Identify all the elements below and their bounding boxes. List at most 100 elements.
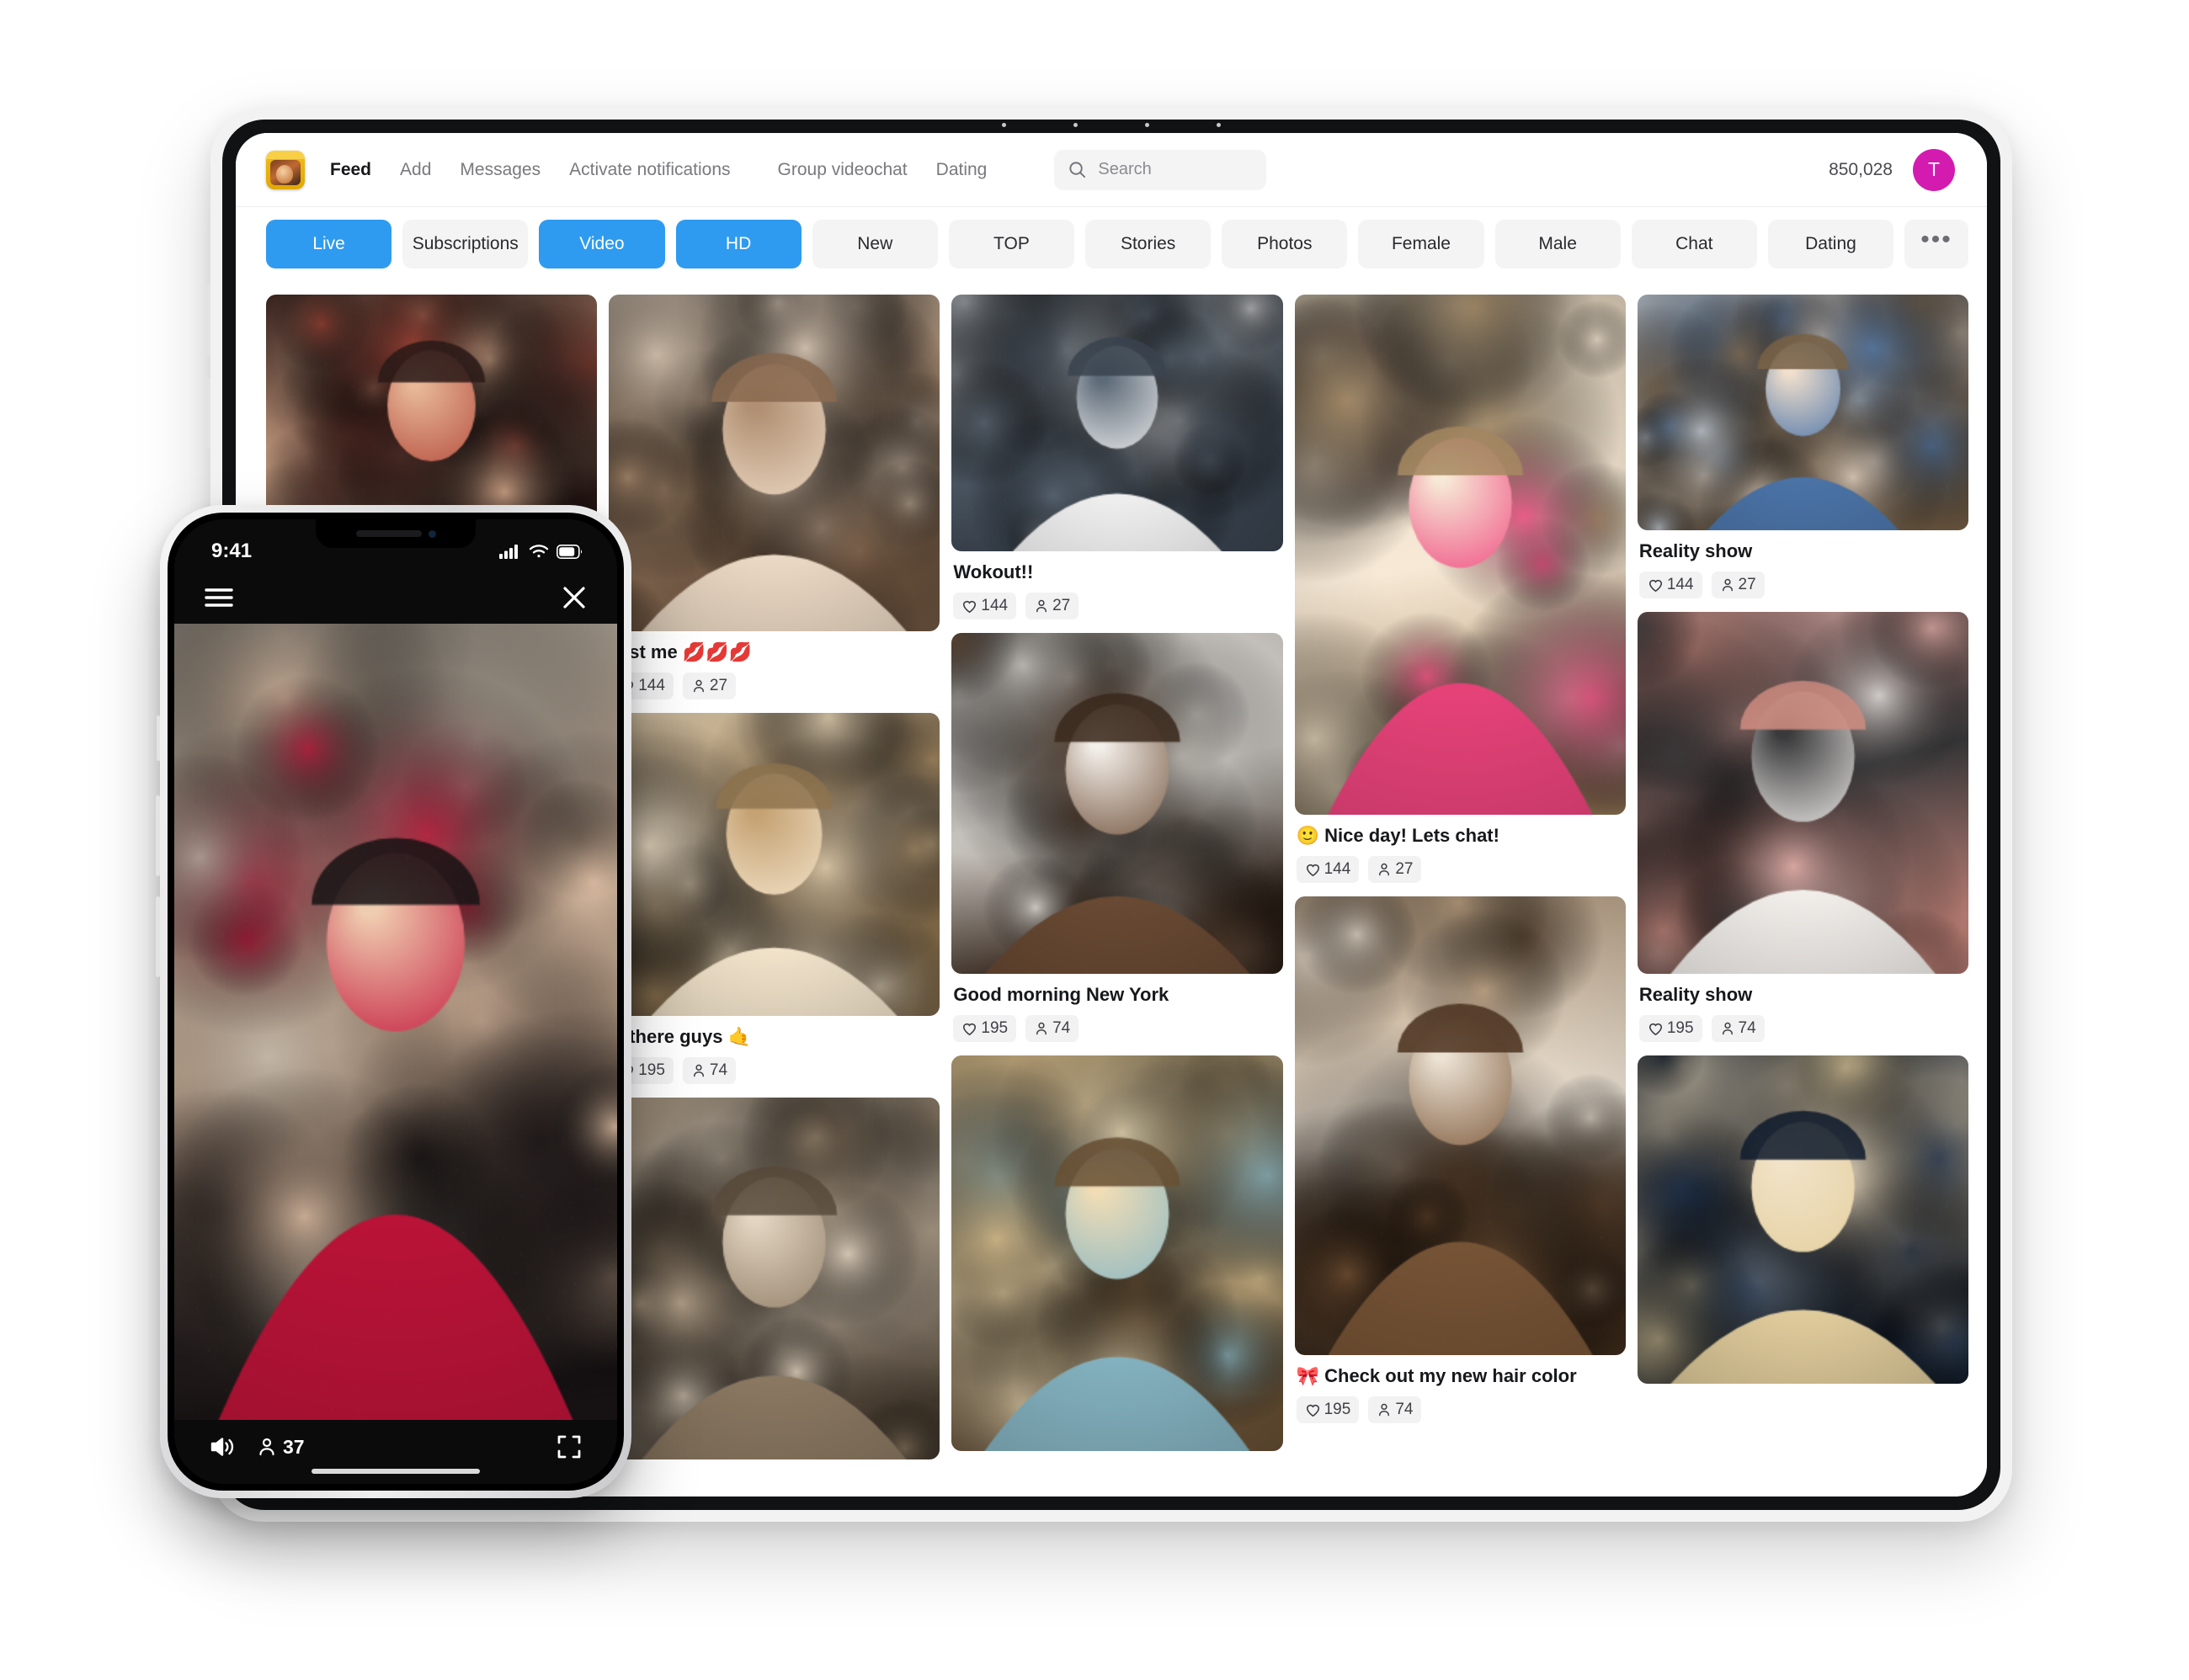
feed-card[interactable]: Reality show 144 27 <box>1637 295 1969 598</box>
feed-card-stats: 144 27 <box>953 593 1282 619</box>
filter-chip-hd[interactable]: HD <box>675 220 802 268</box>
phone-bezel: 9:41 37 <box>168 513 624 1491</box>
nav-link-group-videochat[interactable]: Group videochat <box>778 160 908 180</box>
filter-chip-subscriptions[interactable]: Subscriptions <box>402 220 529 268</box>
filter-chip-new[interactable]: New <box>812 220 938 268</box>
viewers-count: 27 <box>1052 597 1071 614</box>
filter-more-options-icon[interactable]: ••• <box>1904 220 1969 268</box>
hamburger-menu-icon[interactable] <box>205 587 233 609</box>
feed-card[interactable] <box>1637 1055 1969 1384</box>
cellular-signal-icon <box>499 545 518 559</box>
viewers-count: 74 <box>1395 1401 1414 1418</box>
viewers-stat: 74 <box>1025 1015 1079 1042</box>
close-icon[interactable] <box>562 585 587 610</box>
heart-icon <box>963 1023 977 1035</box>
feed-column-5: Reality show 144 27 Reality show 195 74 <box>1637 295 1969 1384</box>
viewers-stat: 74 <box>1368 1396 1422 1423</box>
feed-card[interactable]: Good morning New York 195 74 <box>951 633 1283 1042</box>
filter-chip-chat[interactable]: Chat <box>1631 220 1757 268</box>
feed-card-thumbnail[interactable] <box>1294 896 1626 1355</box>
feed-card-stats: 195 74 <box>1638 1015 1968 1042</box>
feed-card-image <box>1294 896 1626 1355</box>
feed-card-thumbnail[interactable] <box>1637 1055 1969 1384</box>
top-navigation-bar: Feed Add Messages Activate notifications… <box>236 133 1987 207</box>
feed-card-thumbnail[interactable] <box>1637 612 1969 974</box>
filter-chip-male[interactable]: Male <box>1494 220 1621 268</box>
feed-card[interactable]: 🎀 Check out my new hair color 195 74 <box>1294 896 1626 1423</box>
total-view-count: 850,028 <box>1829 159 1893 179</box>
nav-link-feed[interactable]: Feed <box>330 160 371 180</box>
tablet-volume-up-button[interactable] <box>206 284 210 357</box>
person-icon <box>1722 578 1733 592</box>
likes-stat: 144 <box>1296 856 1360 883</box>
likes-count: 144 <box>981 597 1009 614</box>
filter-chip-female[interactable]: Female <box>1358 220 1484 268</box>
feed-card-thumbnail[interactable] <box>951 295 1283 551</box>
feed-card-thumbnail[interactable] <box>609 295 940 631</box>
feed-card[interactable]: Wokout!! 144 27 <box>951 295 1283 619</box>
filter-chip-top[interactable]: TOP <box>948 220 1075 268</box>
live-stream-video[interactable] <box>174 624 617 1420</box>
phone-overlay-bottombar: 37 <box>174 1420 617 1484</box>
likes-count: 195 <box>1324 1401 1351 1418</box>
person-icon <box>1036 1022 1047 1035</box>
status-clock: 9:41 <box>211 540 253 562</box>
phone-volume-down-button[interactable] <box>156 896 160 977</box>
feed-card-stats: 195 74 <box>1296 1396 1626 1423</box>
phone-volume-up-button[interactable] <box>156 795 160 876</box>
speaker-volume-icon[interactable] <box>210 1436 235 1458</box>
filter-chip-video[interactable]: Video <box>539 220 665 268</box>
feed-card-image <box>1294 295 1626 815</box>
feed-card[interactable]: Reality show 195 74 <box>1637 612 1969 1042</box>
search-input[interactable] <box>1096 159 1244 180</box>
feed-card-thumbnail[interactable] <box>951 1055 1283 1451</box>
viewers-stat: 27 <box>682 673 737 699</box>
feed-card[interactable] <box>951 1055 1283 1451</box>
tv-app-logo-icon[interactable] <box>266 150 305 189</box>
feed-card-thumbnail[interactable] <box>1294 295 1626 815</box>
feed-card[interactable]: …st me 💋💋💋 144 27 <box>609 295 940 699</box>
heart-icon <box>1306 1404 1319 1417</box>
live-viewer-count-value: 37 <box>283 1435 305 1458</box>
feed-column-2: …st me 💋💋💋 144 27 …there guys 🤙 195 74 <box>609 295 940 1459</box>
feed-card-stats: 144 27 <box>610 673 940 699</box>
nav-link-add[interactable]: Add <box>400 160 431 180</box>
feed-card-image <box>609 1098 940 1459</box>
feed-card[interactable] <box>609 1098 940 1459</box>
feed-card-thumbnail[interactable] <box>1637 295 1969 530</box>
heart-icon <box>1306 864 1319 876</box>
nav-links: Feed Add Messages Activate notifications… <box>330 160 1015 180</box>
live-viewer-count: 37 <box>257 1436 305 1459</box>
person-icon <box>1036 599 1047 613</box>
feed-card-thumbnail[interactable] <box>609 713 940 1016</box>
person-icon <box>693 1064 704 1077</box>
feed-card-thumbnail[interactable] <box>951 633 1283 974</box>
filter-chip-dating[interactable]: Dating <box>1767 220 1894 268</box>
tablet-volume-down-button[interactable] <box>206 377 210 449</box>
filter-chip-stories[interactable]: Stories <box>1085 220 1212 268</box>
filter-chip-live[interactable]: Live <box>266 220 392 268</box>
nav-link-messages[interactable]: Messages <box>460 160 541 180</box>
feed-card-caption: …st me 💋💋💋 <box>610 641 752 662</box>
feed-card[interactable]: 🙂 Nice day! Lets chat! 144 27 <box>1294 295 1626 883</box>
search-box[interactable] <box>1054 149 1267 190</box>
heart-icon <box>1648 1023 1662 1035</box>
nav-link-dating[interactable]: Dating <box>936 160 988 180</box>
feed-card-image <box>1637 612 1969 974</box>
feed-card[interactable]: …there guys 🤙 195 74 <box>609 713 940 1084</box>
filter-chip-photos[interactable]: Photos <box>1222 220 1348 268</box>
phone-mute-switch[interactable] <box>157 715 160 761</box>
viewers-count: 74 <box>1738 1019 1756 1037</box>
likes-stat: 144 <box>953 593 1017 619</box>
fullscreen-expand-icon[interactable] <box>557 1434 582 1459</box>
nav-link-activate-notifications[interactable]: Activate notifications <box>569 160 730 180</box>
user-avatar[interactable]: T <box>1913 148 1955 191</box>
phone-screen: 9:41 37 <box>174 519 617 1484</box>
feed-card-thumbnail[interactable] <box>609 1098 940 1459</box>
viewers-stat: 74 <box>682 1057 737 1084</box>
phone-notch <box>316 519 476 548</box>
phone-device: 9:41 37 <box>156 505 631 1498</box>
heart-icon <box>1648 579 1662 592</box>
search-icon <box>1069 162 1086 178</box>
tablet-camera-dots <box>1002 123 1221 127</box>
